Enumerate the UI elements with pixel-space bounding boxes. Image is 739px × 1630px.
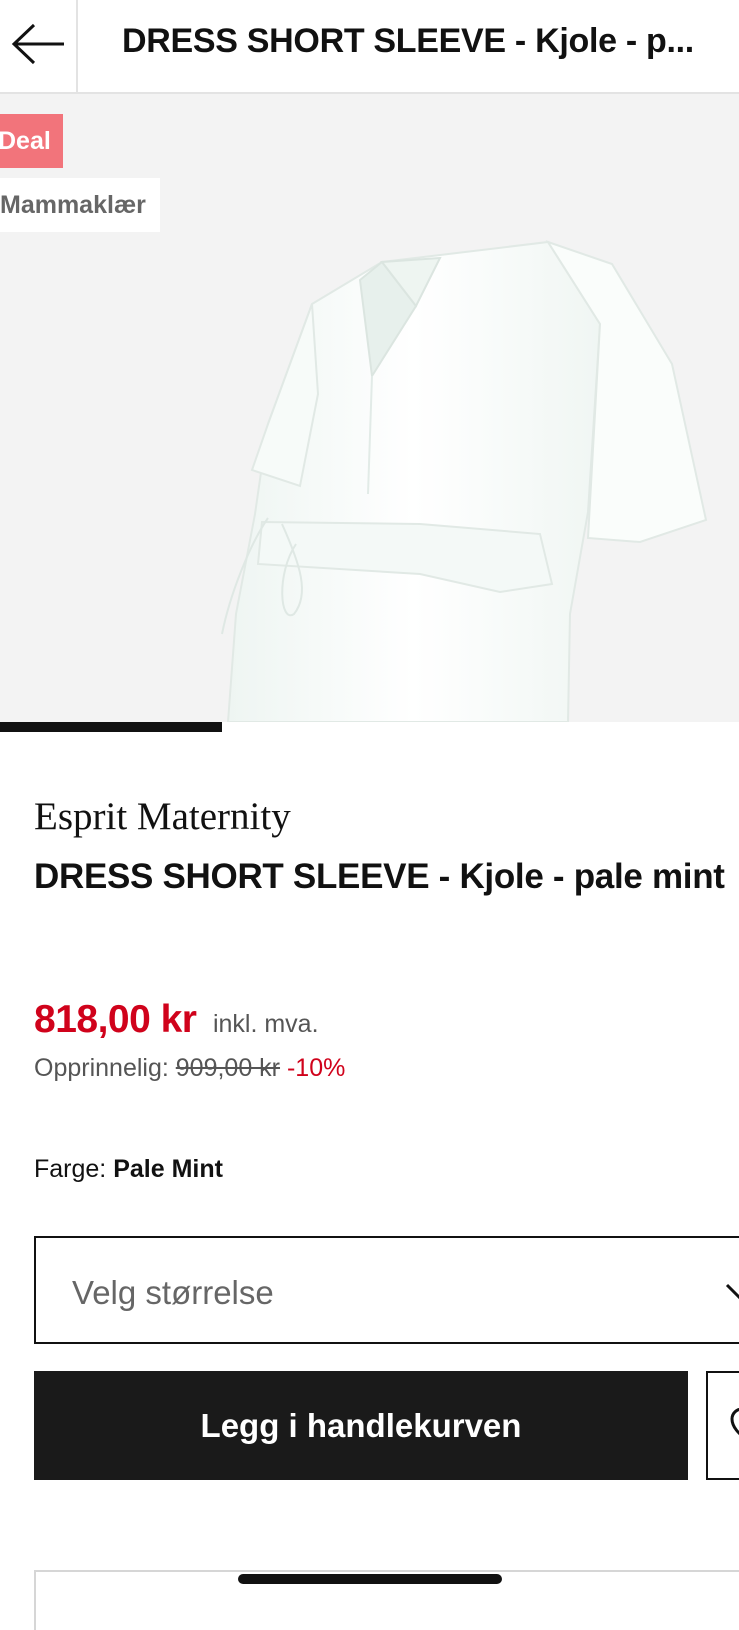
vat-note: inkl. mva. <box>212 1010 319 1038</box>
gallery-progress-fill <box>0 722 222 732</box>
top-bar: DRESS SHORT SLEEVE - Kjole - p... <box>0 0 739 94</box>
category-badge: Mammaklær <box>0 178 160 232</box>
back-button[interactable] <box>0 0 78 92</box>
product-name: DRESS SHORT SLEEVE - Kjole - pale mint <box>34 857 725 896</box>
color-value: Pale Mint <box>113 1155 223 1183</box>
gallery-progress <box>0 722 739 732</box>
original-price-label: Opprinnelig: <box>34 1054 169 1082</box>
color-label: Farge: <box>34 1155 107 1183</box>
price-row: 818,00 kr inkl. mva. <box>34 998 319 1042</box>
product-gallery[interactable]: Deal Mammaklær <box>0 94 739 722</box>
color-row: Farge: Pale Mint <box>34 1155 223 1184</box>
size-select[interactable]: Velg størrelse <box>34 1236 739 1344</box>
page-title: DRESS SHORT SLEEVE - Kjole - p... <box>122 22 694 60</box>
current-price: 818,00 kr <box>34 998 197 1041</box>
add-to-cart-button[interactable]: Legg i handlekurven <box>34 1371 688 1480</box>
wishlist-button[interactable] <box>706 1371 739 1480</box>
chevron-down-icon <box>724 1276 739 1311</box>
brand-name: Esprit Maternity <box>34 795 291 838</box>
discount-percent: -10% <box>286 1054 346 1082</box>
arrow-left-icon <box>10 22 66 71</box>
deal-badge: Deal <box>0 114 63 168</box>
original-price: 909,00 kr <box>175 1054 281 1082</box>
original-price-row: Opprinnelig: 909,00 kr -10% <box>34 1054 345 1083</box>
heart-icon <box>730 1407 739 1452</box>
home-indicator <box>238 1574 502 1584</box>
size-select-placeholder: Velg størrelse <box>72 1274 274 1311</box>
